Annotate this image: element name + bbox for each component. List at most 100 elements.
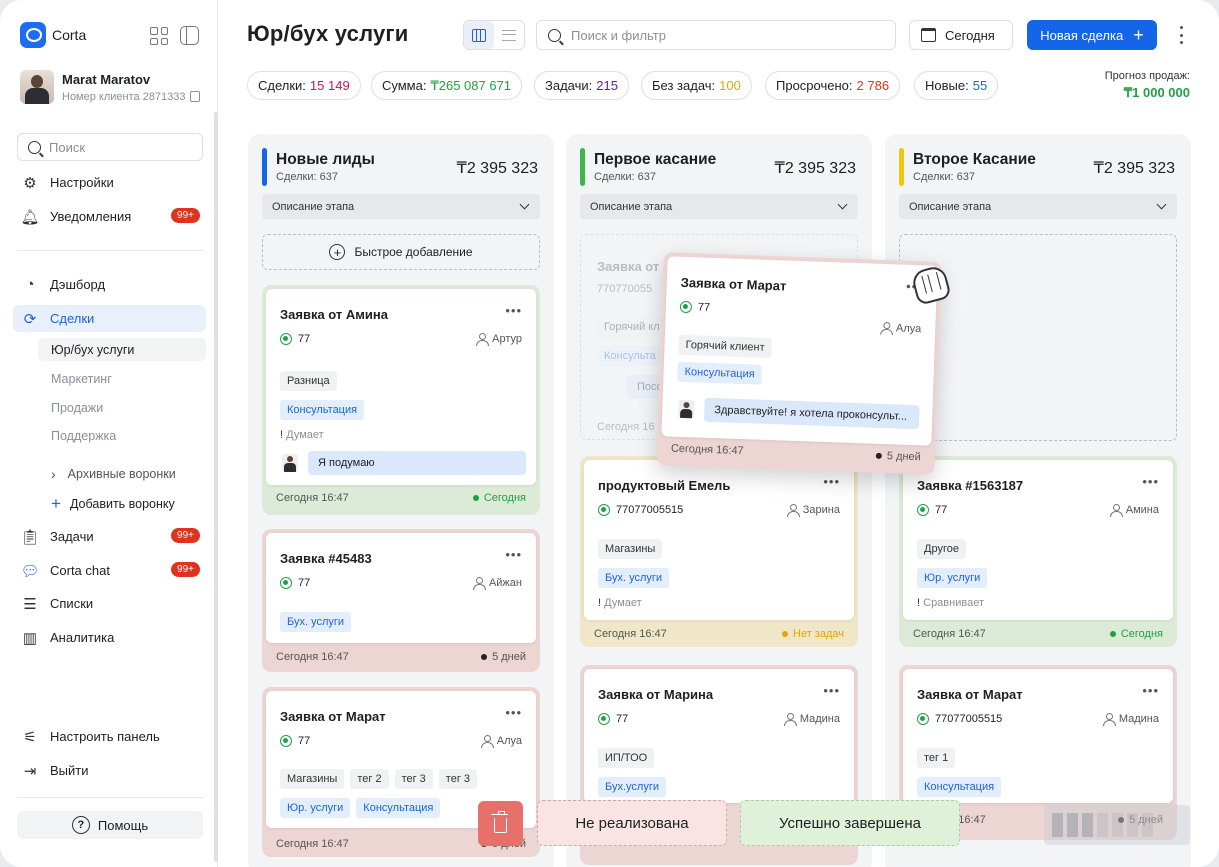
funnel-item-support[interactable]: Поддержка: [38, 424, 206, 447]
kanban-column-new-leads: Новые лиды Сделки: 637 ₸2 395 323 Описан…: [248, 134, 554, 867]
delete-drop-target[interactable]: [478, 801, 523, 846]
deal-card[interactable]: продуктовый Емель ••• 77077005515 Зарина…: [580, 456, 858, 647]
more-dots-icon[interactable]: •••: [1142, 684, 1159, 697]
avatar: [20, 70, 54, 104]
sidebar-item-settings[interactable]: ⚙ Настройки: [13, 169, 206, 196]
card-time: Сегодня 16:47: [276, 838, 349, 850]
funnel-item-marketing[interactable]: Маркетинг: [38, 367, 206, 390]
note-text: Сравнивает: [923, 597, 984, 609]
sidebar-search-input[interactable]: Поиск: [17, 133, 203, 161]
sidebar-item-analytics[interactable]: ▥ Аналитика: [13, 624, 206, 651]
sidebar-item-configure[interactable]: ⚟ Настроить панель: [13, 723, 206, 750]
column-count: Сделки: 637: [913, 171, 975, 183]
status-dot: [481, 654, 488, 660]
sidebar-item-dashboard[interactable]: ◔ Дэшборд: [13, 271, 206, 298]
stage-description-label: Описание этапа: [909, 200, 992, 213]
tag: Горячий клиент: [678, 334, 772, 359]
user-profile[interactable]: Marat Maratov Номер клиента 2871333: [20, 70, 200, 104]
tag: тег 3: [438, 769, 477, 789]
date-filter-button[interactable]: Сегодня: [909, 20, 1013, 50]
drop-zone[interactable]: [899, 234, 1177, 441]
sidebar-item-logout[interactable]: ⇥ Выйти: [13, 757, 206, 784]
tag: Консультация: [917, 777, 1002, 797]
collapse-sidebar-icon[interactable]: [180, 26, 199, 45]
stat-sum[interactable]: Сумма: ₸265 087 671: [371, 71, 523, 100]
more-dots-icon[interactable]: •••: [823, 475, 840, 488]
search-input[interactable]: Поиск и фильтр: [536, 20, 896, 50]
sidebar-item-deals[interactable]: ⟳ Сделки: [13, 305, 206, 332]
dragged-deal-card[interactable]: Заявка от Марат ••• 77 Алуа Горячий клие…: [656, 252, 942, 475]
help-button[interactable]: ? Помощь: [17, 811, 203, 839]
more-dots-icon[interactable]: •••: [505, 706, 522, 719]
deal-card[interactable]: Заявка #1563187 ••• 77 Амина Другое Юр. …: [899, 456, 1177, 647]
user-name: Marat Maratov: [62, 71, 151, 87]
note-text: Думает: [604, 597, 642, 609]
funnel-item-sales[interactable]: Продажи: [38, 396, 206, 419]
tag: Юр. услуги: [280, 798, 351, 818]
stage-description-dropdown[interactable]: Описание этапа: [899, 194, 1177, 219]
stat-value: 100: [719, 78, 741, 93]
user-icon: [1109, 504, 1123, 517]
sidebar-item-label: Corta chat: [50, 563, 110, 578]
sidebar-item-label: Дэшборд: [50, 277, 106, 292]
list-icon: [502, 29, 516, 41]
stage-color-bar: [262, 148, 267, 186]
sidebar-scrollbar[interactable]: [214, 112, 218, 862]
more-menu-icon[interactable]: [1176, 24, 1186, 46]
card-owner: Айжан: [488, 577, 522, 589]
card-phone: 77: [298, 333, 311, 345]
user-icon: [786, 504, 800, 517]
notifications-badge: 99+: [171, 208, 200, 223]
stat-deals[interactable]: Сделки: 15 149: [247, 71, 361, 100]
user-icon: [1102, 713, 1116, 726]
column-count: Сделки: 637: [276, 171, 338, 183]
board-minimap-scroller[interactable]: [1044, 805, 1190, 845]
stage-description-dropdown[interactable]: Описание этапа: [262, 194, 540, 219]
stat-new[interactable]: Новые: 55: [914, 71, 999, 100]
card-time: Сегодня 16:47: [913, 628, 986, 640]
tag: Консультация: [280, 400, 365, 420]
stat-label: Сумма:: [382, 78, 427, 93]
won-drop-target[interactable]: Успешно завершена: [740, 800, 960, 846]
card-time: Сегодня 16:47: [276, 492, 349, 504]
column-count: Сделки: 637: [594, 171, 656, 183]
sidebar-item-lists[interactable]: ☰ Списки: [13, 590, 206, 617]
status-dot: [1109, 631, 1116, 637]
funnel-item-legal[interactable]: Юр/бух услуги: [38, 338, 206, 361]
copy-icon[interactable]: [189, 91, 200, 102]
lost-drop-target[interactable]: Не реализована: [537, 800, 727, 846]
stat-no-tasks[interactable]: Без задач: 100: [641, 71, 752, 100]
app-logo[interactable]: Corta: [20, 22, 86, 48]
sidebar-item-notifications[interactable]: 🔔︎ Уведомления 99+: [13, 203, 206, 230]
help-label: Помощь: [97, 817, 149, 833]
tag: ИП/ТОО: [598, 748, 655, 768]
user-icon: [476, 333, 490, 346]
kanban-view-button[interactable]: [464, 21, 494, 49]
apps-grid-icon[interactable]: [150, 27, 168, 45]
new-deal-button[interactable]: Новая сделка +: [1027, 20, 1157, 50]
stage-description-dropdown[interactable]: Описание этапа: [580, 194, 858, 219]
logout-icon: ⇥: [23, 762, 37, 780]
list-view-button[interactable]: [494, 21, 524, 49]
quick-add-button[interactable]: + Быстрое добавление: [262, 234, 540, 270]
sidebar-item-chat[interactable]: 💬︎ Corta chat 99+: [13, 557, 206, 584]
deal-card[interactable]: Заявка #45483 ••• 77 Айжан Бух. услуги С…: [262, 529, 540, 672]
forecast-value: ₸1 000 000: [1123, 85, 1190, 100]
search-icon: [28, 140, 41, 154]
more-dots-icon[interactable]: •••: [1142, 475, 1159, 488]
search-placeholder: Поиск: [49, 139, 86, 155]
card-status: 5 дней: [886, 450, 922, 464]
stat-tasks[interactable]: Задачи: 215: [534, 71, 629, 100]
stat-value: ₸265 087 671: [430, 77, 512, 93]
last-message: Здравствуйте! я хотела проконсульт...: [703, 397, 920, 430]
add-funnel-button[interactable]: + Добавить воронку: [38, 492, 206, 515]
archive-funnels[interactable]: › Архивные воронки: [38, 462, 206, 485]
more-dots-icon[interactable]: •••: [505, 548, 522, 561]
sidebar-item-tasks[interactable]: 📋︎ Задачи 99+: [13, 523, 206, 550]
stat-overdue[interactable]: Просрочено: 2 786: [765, 71, 901, 100]
tag: Консультация: [356, 798, 441, 818]
sliders-icon: ⚟: [23, 728, 37, 746]
deal-card[interactable]: Заявка от Амина ••• 77 Артур Разница Кон…: [262, 285, 540, 515]
more-dots-icon[interactable]: •••: [823, 684, 840, 697]
more-dots-icon[interactable]: •••: [505, 304, 522, 317]
